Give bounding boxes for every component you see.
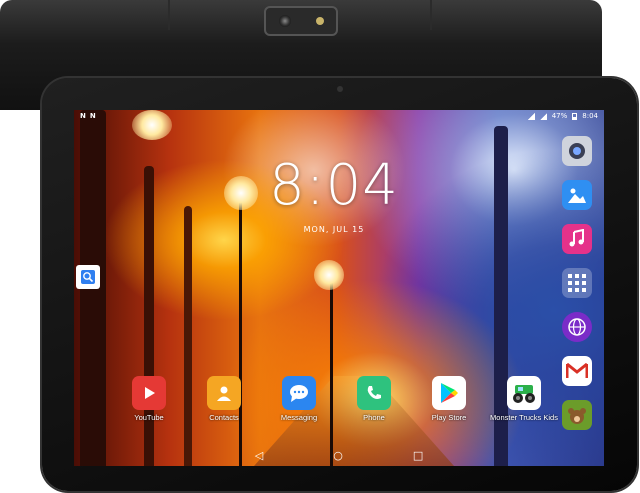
back-seam (168, 0, 170, 30)
notification-icons: N N (80, 112, 96, 120)
battery-icon (572, 112, 578, 120)
search-icon (81, 270, 95, 284)
battery-percent: 47% (551, 112, 568, 120)
app-label: Play Store (431, 413, 467, 422)
app-label: Phone (363, 413, 385, 422)
search-widget[interactable] (76, 265, 100, 289)
back-seam (430, 0, 432, 30)
tablet-screen: N N 47% 8:04 8:04 MON, JUL 15 YouTube Co… (74, 110, 604, 466)
rear-camera-lens (278, 15, 291, 27)
status-bar: N N 47% 8:04 (74, 110, 604, 122)
gallery-app-icon[interactable] (562, 180, 592, 210)
app-messaging[interactable]: Messaging (264, 376, 334, 422)
browser-app-icon[interactable] (562, 312, 592, 342)
status-time: 8:04 (582, 112, 598, 120)
recents-button[interactable]: □ (413, 449, 423, 462)
app-label: YouTube (134, 413, 164, 422)
app-label: Messaging (280, 413, 318, 422)
signal-icon (539, 112, 547, 120)
home-app-row: YouTube Contacts Messaging Phone Play St… (114, 376, 604, 436)
app-contacts[interactable]: Contacts (189, 376, 259, 422)
status-indicators: 47% 8:04 (527, 112, 598, 120)
wallpaper-lamp-glow (224, 176, 258, 210)
wallpaper-lamp-post (330, 280, 333, 466)
app-monster-trucks-kids[interactable]: Monster Trucks Kids (489, 376, 559, 422)
app-phone[interactable]: Phone (339, 376, 409, 422)
lockscreen-clock: 8:04 (269, 153, 399, 218)
play-store-icon (432, 376, 466, 410)
notification-icon: N (89, 112, 96, 120)
gallery-icon (568, 188, 586, 203)
grid-icon (568, 274, 586, 292)
app-label: Monster Trucks Kids (490, 413, 558, 422)
wallpaper-lamp-glow (314, 260, 344, 290)
phone-icon (357, 376, 391, 410)
notification-icon: N (80, 112, 86, 120)
back-button[interactable]: ◁ (255, 449, 263, 462)
contacts-icon (207, 376, 241, 410)
camera-icon (569, 143, 585, 159)
flash-icon (315, 17, 324, 25)
globe-icon (568, 318, 586, 336)
message-icon (282, 376, 316, 410)
app-play-store[interactable]: Play Store (414, 376, 484, 422)
truck-icon (507, 376, 541, 410)
navigation-bar: ◁ ○ □ (74, 444, 604, 466)
app-label: Contacts (209, 413, 239, 422)
camera-app-icon[interactable] (562, 136, 592, 166)
youtube-icon (132, 376, 166, 410)
wifi-icon (527, 112, 535, 120)
home-button[interactable]: ○ (333, 449, 343, 462)
lockscreen-date: MON, JUL 15 (303, 225, 365, 234)
rear-camera-module (264, 6, 338, 36)
front-camera-icon (337, 86, 343, 92)
all-apps-button[interactable] (562, 268, 592, 298)
app-youtube[interactable]: YouTube (114, 376, 184, 422)
music-app-icon[interactable] (562, 224, 592, 254)
music-icon (569, 229, 584, 247)
